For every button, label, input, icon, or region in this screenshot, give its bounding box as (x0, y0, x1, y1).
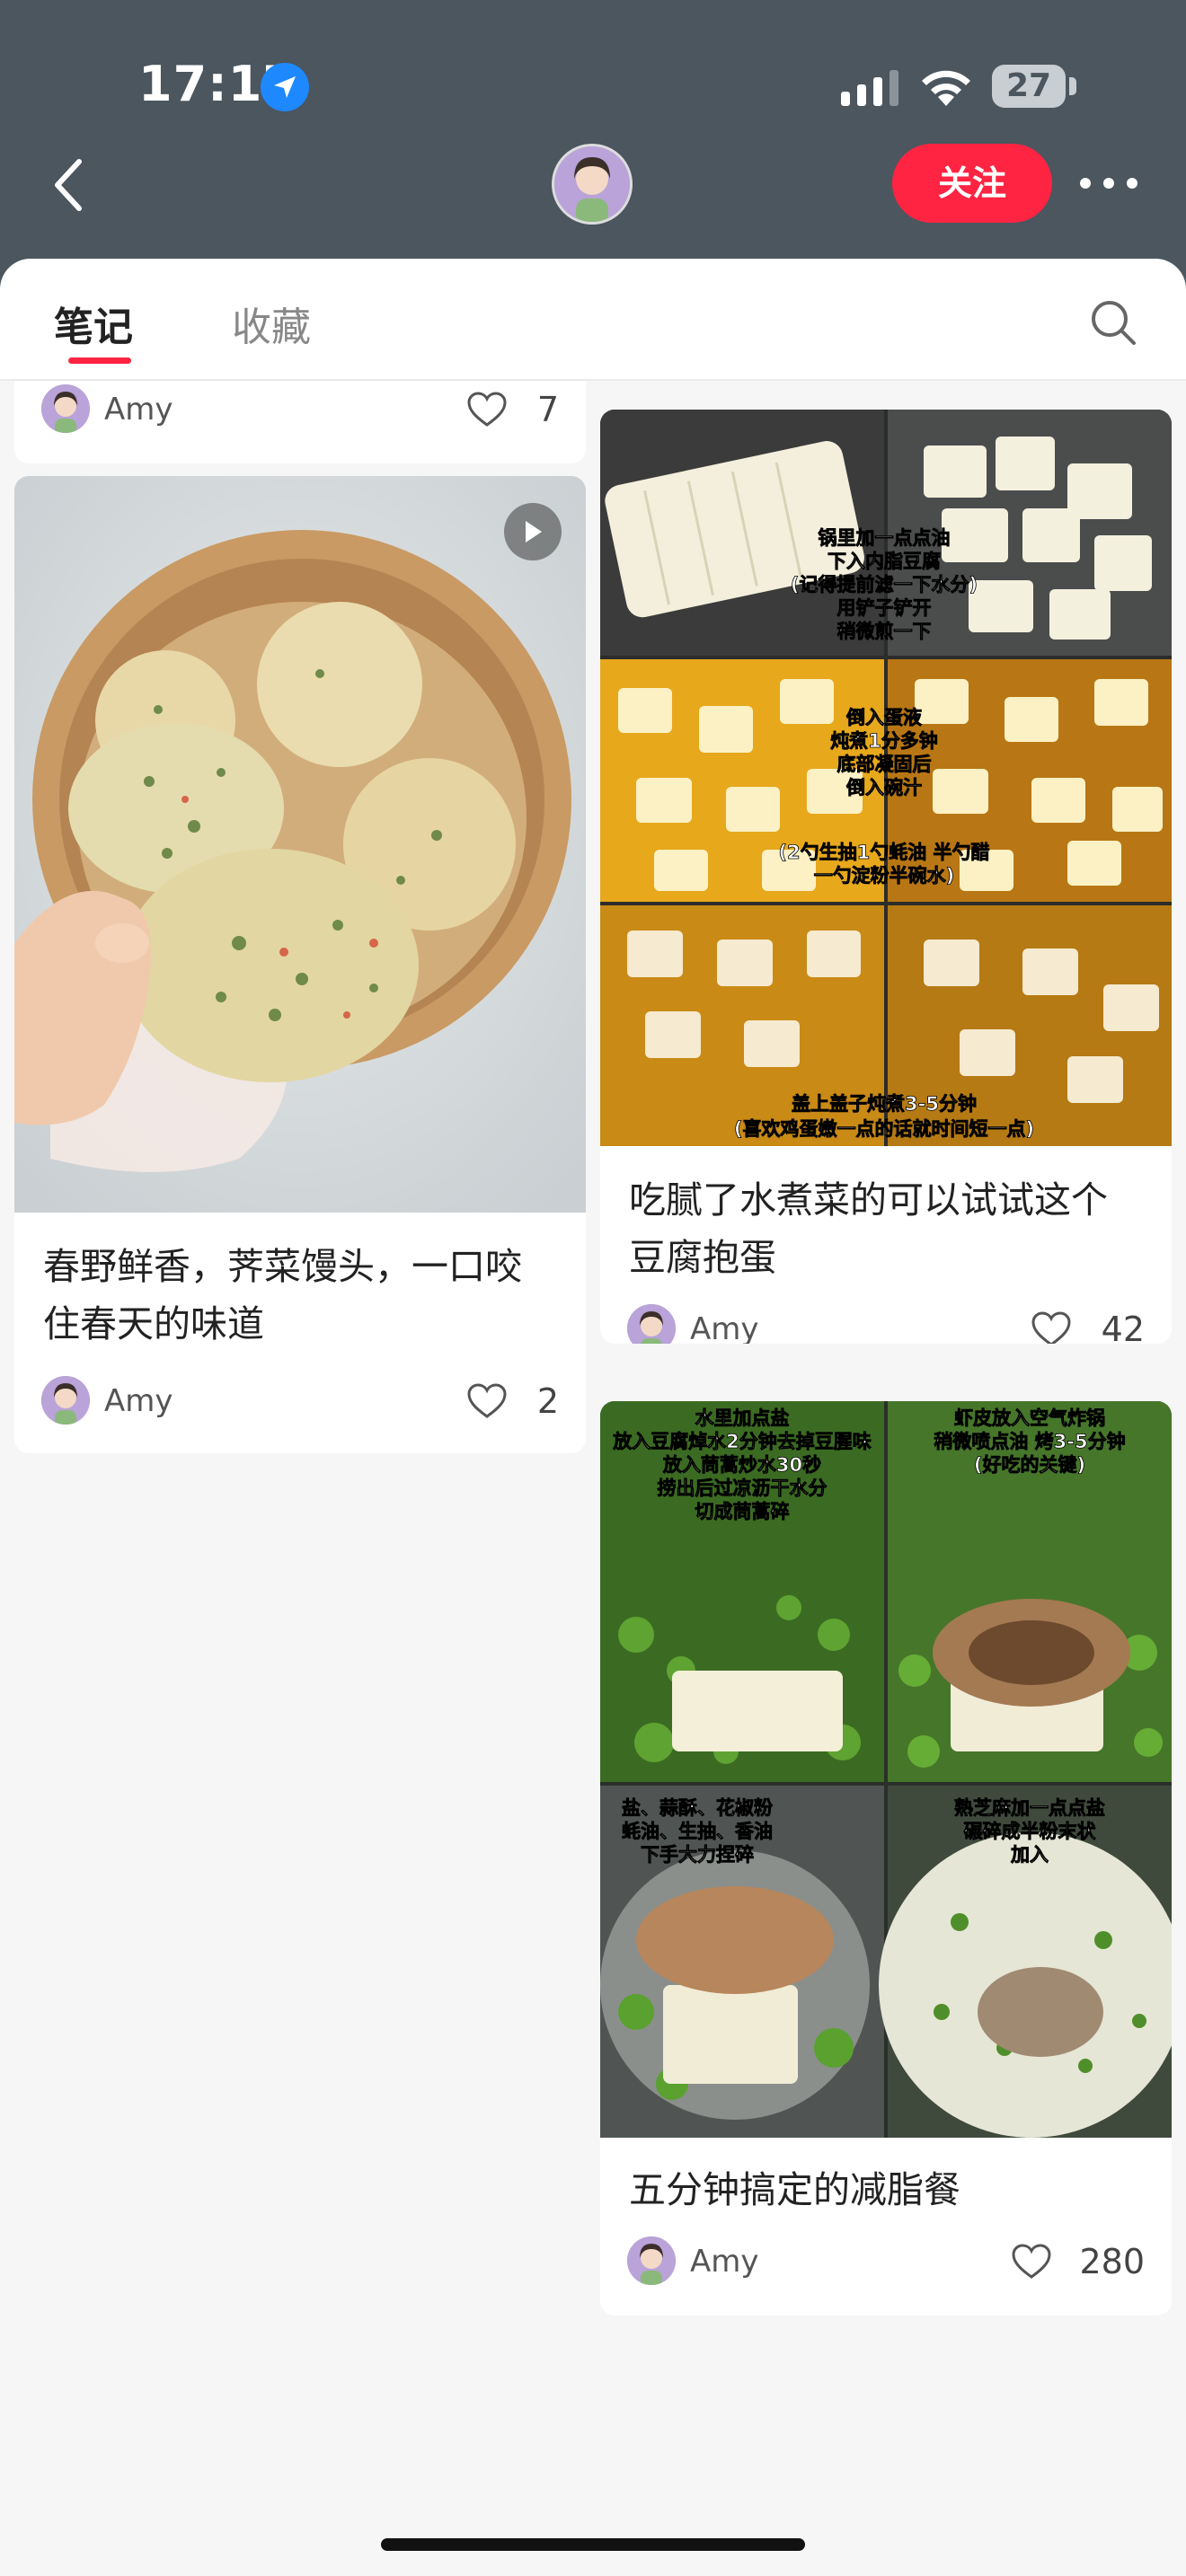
note-title: 春野鲜香，荠菜馒头，一口咬 住春天的味道 (43, 1245, 522, 1345)
note-title: 吃腻了水煮菜的可以试试这个 豆腐抱蛋 (629, 1178, 1108, 1279)
note-cover-image[interactable]: 水里加点盐 放入豆腐焯水2分钟去掉豆腥味 放入茼蒿炒水30秒 捞出后过凉沥干水分… (600, 1401, 1172, 2138)
svg-text:熟芝麻加一点点盐: 熟芝麻加一点点盐 (954, 1797, 1105, 1819)
svg-text:切成茼蒿碎: 切成茼蒿碎 (695, 1501, 790, 1522)
author-name: Amy (104, 392, 173, 428)
svg-text:(喜欢鸡蛋嫩一点的话就时间短一点): (喜欢鸡蛋嫩一点的话就时间短一点) (734, 1118, 1034, 1140)
active-tab-indicator (68, 357, 131, 364)
author-avatar (41, 1376, 90, 1425)
svg-text:放入豆腐焯水2分钟去掉豆腥味: 放入豆腐焯水2分钟去掉豆腥味 (612, 1431, 872, 1452)
battery-icon: 27 (992, 65, 1066, 108)
like-number: 2 (536, 1381, 559, 1421)
svg-text:碾碎成半粉末状: 碾碎成半粉末状 (964, 1821, 1097, 1842)
battery-level: 27 (1005, 67, 1052, 104)
back-chevron-icon[interactable] (50, 158, 86, 212)
author-avatar (627, 1304, 676, 1344)
note-card[interactable]: 水里加点盐 放入豆腐焯水2分钟去掉豆腥味 放入茼蒿炒水30秒 捞出后过凉沥干水分… (600, 1401, 1172, 2316)
svg-text:一勺淀粉半碗水): 一勺淀粉半碗水) (814, 865, 955, 887)
wifi-icon (922, 70, 970, 106)
like-number: 280 (1079, 2242, 1145, 2281)
svg-text:倒入碗汁: 倒入碗汁 (845, 777, 922, 798)
note-cover-image[interactable] (14, 476, 586, 1213)
svg-text:捞出后过凉沥干水分: 捞出后过凉沥干水分 (658, 1478, 828, 1499)
note-title: 五分钟搞定的减脂餐 (629, 2168, 960, 2211)
svg-text:稍微煎一下: 稍微煎一下 (837, 621, 932, 642)
home-indicator[interactable] (381, 2538, 805, 2551)
note-card-partial[interactable]: Amy 7 (14, 381, 586, 463)
svg-text:水里加点盐: 水里加点盐 (695, 1407, 790, 1429)
like-count[interactable]: 42 (1019, 1304, 1145, 1344)
profile-header: 17:17 27 关注 (0, 0, 1186, 296)
heart-icon (1031, 1311, 1071, 1344)
author-name: Amy (690, 1311, 759, 1344)
follow-button[interactable]: 关注 (892, 144, 1052, 223)
svg-text:锅里加一点点油: 锅里加一点点油 (819, 527, 951, 549)
svg-text:盐、蒜酥、花椒粉: 盐、蒜酥、花椒粉 (622, 1797, 773, 1819)
svg-text:蚝油、生抽、香油: 蚝油、生抽、香油 (622, 1821, 773, 1842)
svg-text:下手大力捏碎: 下手大力捏碎 (641, 1844, 754, 1866)
note-card[interactable]: 锅里加一点点油 下入内脂豆腐 (记得提前滤一下水分) 用铲子铲开 稍微煎一下 倒… (600, 410, 1172, 1344)
note-cover-image[interactable]: 锅里加一点点油 下入内脂豆腐 (记得提前滤一下水分) 用铲子铲开 稍微煎一下 倒… (600, 410, 1172, 1146)
svg-text:底部凝固后: 底部凝固后 (837, 754, 932, 775)
heart-icon (467, 1383, 507, 1418)
svg-text:下入内脂豆腐: 下入内脂豆腐 (828, 551, 941, 572)
svg-text:用铲子铲开: 用铲子铲开 (837, 597, 932, 619)
heart-icon (467, 392, 507, 427)
author-avatar (41, 384, 90, 433)
author-avatar (627, 2236, 676, 2285)
note-card[interactable]: 春野鲜香，荠菜馒头，一口咬 住春天的味道 Amy 2 (14, 476, 586, 1453)
svg-text:稍微喷点油 烤3-5分钟: 稍微喷点油 烤3-5分钟 (934, 1431, 1125, 1452)
svg-text:炖煮1分多钟: 炖煮1分多钟 (830, 730, 938, 752)
search-icon[interactable] (1089, 298, 1137, 347)
cellular-signal-icon (841, 70, 898, 106)
svg-text:加入: 加入 (1010, 1844, 1049, 1866)
tab-notes[interactable]: 笔记 (54, 295, 133, 352)
author-name: Amy (690, 2244, 759, 2280)
svg-text:(2勺生抽1勺蚝油 半勺醋: (2勺生抽1勺蚝油 半勺醋 (778, 842, 989, 863)
svg-text:虾皮放入空气炸锅: 虾皮放入空气炸锅 (954, 1407, 1105, 1429)
svg-text:倒入蛋液: 倒入蛋液 (845, 707, 922, 728)
user-avatar[interactable] (552, 144, 633, 225)
author-name: Amy (104, 1383, 173, 1419)
like-count[interactable]: 2 (460, 1376, 559, 1426)
like-count[interactable]: 280 (1001, 2236, 1145, 2287)
video-play-icon (504, 503, 562, 560)
svg-text:盖上盖子炖煮3-5分钟: 盖上盖子炖煮3-5分钟 (792, 1093, 977, 1115)
like-number: 7 (536, 390, 559, 429)
profile-tabs: 笔记 收藏 (0, 259, 1186, 381)
like-count[interactable]: 7 (460, 384, 559, 435)
tab-favorites[interactable]: 收藏 (232, 295, 311, 352)
heart-icon (1012, 2244, 1051, 2279)
like-number: 42 (1101, 1310, 1145, 1344)
battery-cap (1069, 77, 1076, 95)
svg-text:(记得提前滤一下水分): (记得提前滤一下水分) (791, 574, 978, 595)
location-arrow-icon (261, 63, 309, 111)
more-options-icon[interactable] (1080, 178, 1137, 190)
svg-text:(好吃的关键): (好吃的关键) (974, 1454, 1085, 1476)
svg-text:放入茼蒿炒水30秒: 放入茼蒿炒水30秒 (662, 1454, 821, 1476)
